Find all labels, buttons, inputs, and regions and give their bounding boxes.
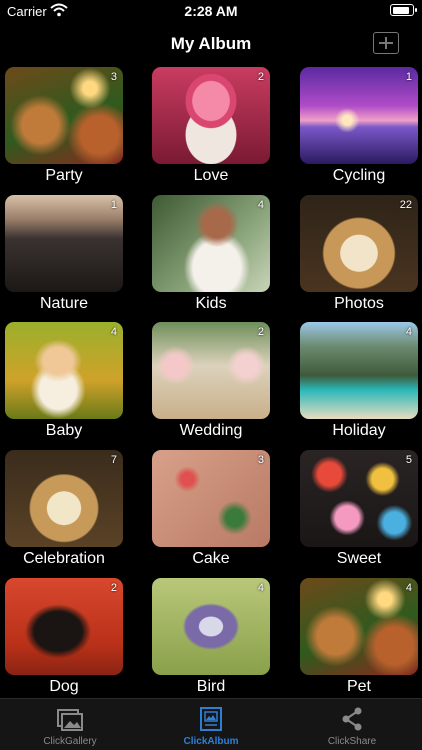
album-thumbnail[interactable] — [152, 67, 270, 164]
album-cycling[interactable]: 1 Cycling — [300, 67, 418, 193]
navigation-bar: My Album — [0, 22, 422, 64]
album-name: Bird — [196, 678, 226, 695]
album-party[interactable]: 3 Party — [5, 67, 123, 193]
share-icon — [342, 707, 362, 731]
album-icon — [200, 707, 222, 731]
album-name: Baby — [45, 422, 83, 439]
album-nature[interactable]: 1 Nature — [5, 195, 123, 321]
album-name: Pet — [346, 678, 371, 695]
album-baby[interactable]: 4 Baby — [5, 322, 123, 448]
album-name: Celebration — [23, 550, 105, 567]
album-thumbnail[interactable] — [5, 450, 123, 547]
page-title: My Album — [170, 34, 252, 53]
album-dog[interactable]: 2 Dog — [5, 578, 123, 704]
album-grid: 3 Party 2 Love 1 Cycling 1 Nature 4 Kids… — [0, 64, 422, 696]
battery-icon — [390, 4, 417, 16]
album-name: Photos — [334, 295, 384, 312]
photo-count-badge: 1 — [405, 71, 412, 83]
album-thumbnail[interactable] — [300, 67, 418, 164]
status-time: 2:28 AM — [184, 3, 238, 19]
photo-count-badge: 4 — [405, 582, 412, 594]
album-photos[interactable]: 22 Photos — [300, 195, 418, 321]
photo-count-badge: 2 — [257, 326, 264, 338]
photo-count-badge: 5 — [405, 454, 412, 466]
tab-clickalbum[interactable]: ClickAlbum — [141, 699, 281, 750]
album-bird[interactable]: 4 Bird — [152, 578, 270, 704]
gallery-icon — [57, 709, 83, 731]
album-love[interactable]: 2 Love — [152, 67, 270, 193]
album-thumbnail[interactable] — [300, 322, 418, 419]
photo-count-badge: 3 — [257, 454, 264, 466]
tab-label: ClickGallery — [43, 736, 97, 747]
album-thumbnail[interactable] — [5, 578, 123, 675]
photo-count-badge: 4 — [405, 326, 412, 338]
photo-count-badge: 2 — [257, 71, 264, 83]
add-album-button[interactable] — [373, 32, 399, 54]
album-name: Party — [45, 167, 83, 184]
photo-count-badge: 7 — [110, 454, 117, 466]
album-celebration[interactable]: 7 Celebration — [5, 450, 123, 576]
album-thumbnail[interactable] — [5, 67, 123, 164]
photo-count-badge: 4 — [110, 326, 117, 338]
album-thumbnail[interactable] — [300, 578, 418, 675]
album-kids[interactable]: 4 Kids — [152, 195, 270, 321]
album-name: Cake — [192, 550, 230, 567]
album-thumbnail[interactable] — [152, 578, 270, 675]
photo-count-badge: 22 — [399, 199, 412, 211]
photo-count-badge: 4 — [257, 199, 264, 211]
status-bar: Carrier 2:28 AM — [0, 0, 422, 22]
album-thumbnail[interactable] — [300, 450, 418, 547]
album-thumbnail[interactable] — [152, 195, 270, 292]
album-wedding[interactable]: 2 Wedding — [152, 322, 270, 448]
album-name: Cycling — [332, 167, 386, 184]
photo-count-badge: 1 — [110, 199, 117, 211]
photo-count-badge: 2 — [110, 582, 117, 594]
photo-count-badge: 3 — [110, 71, 117, 83]
album-name: Sweet — [336, 550, 382, 567]
tab-bar: ClickGallery ClickAlbum ClickShare — [0, 698, 422, 750]
album-name: Love — [193, 167, 229, 184]
album-thumbnail[interactable] — [152, 450, 270, 547]
album-pet[interactable]: 4 Pet — [300, 578, 418, 704]
album-name: Nature — [39, 295, 89, 312]
photo-count-badge: 4 — [257, 582, 264, 594]
battery-level — [392, 6, 409, 14]
album-sweet[interactable]: 5 Sweet — [300, 450, 418, 576]
album-holiday[interactable]: 4 Holiday — [300, 322, 418, 448]
album-name: Dog — [49, 678, 79, 695]
tab-clickgallery[interactable]: ClickGallery — [0, 699, 140, 750]
tab-label: ClickAlbum — [183, 736, 239, 747]
tab-clickshare[interactable]: ClickShare — [282, 699, 422, 750]
album-name: Wedding — [179, 422, 243, 439]
album-name: Kids — [195, 295, 227, 312]
album-thumbnail[interactable] — [152, 322, 270, 419]
album-name: Holiday — [332, 422, 386, 439]
album-cake[interactable]: 3 Cake — [152, 450, 270, 576]
album-thumbnail[interactable] — [5, 195, 123, 292]
album-thumbnail[interactable] — [5, 322, 123, 419]
tab-label: ClickShare — [327, 736, 377, 747]
